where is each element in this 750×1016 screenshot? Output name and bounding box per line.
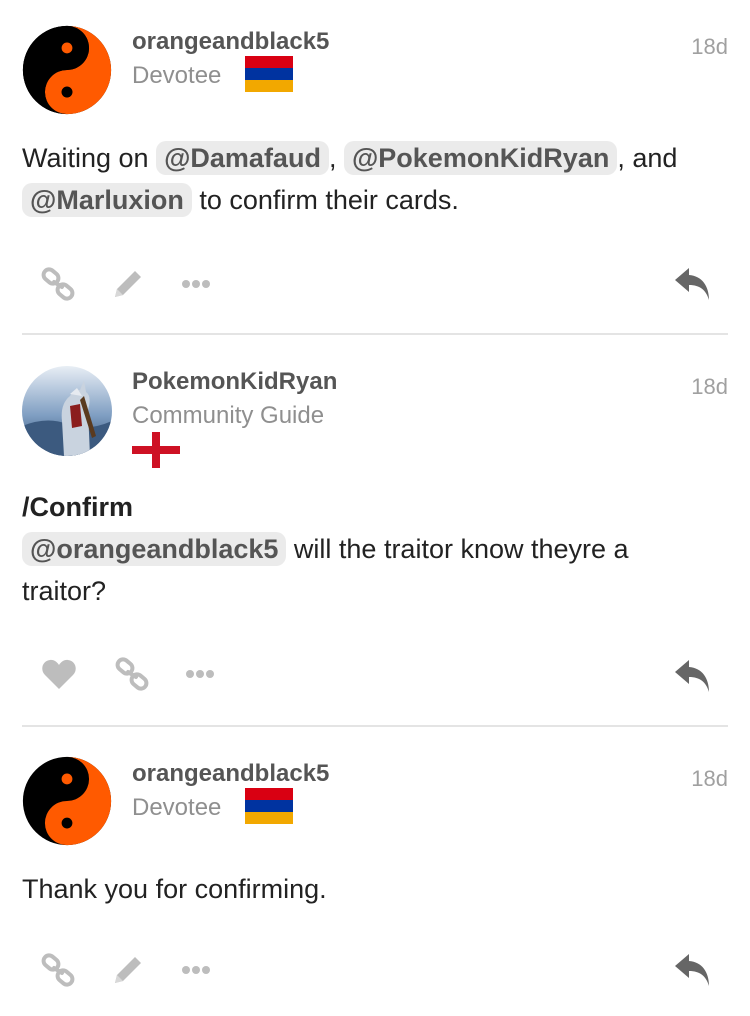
post: orangeandblack5 Devotee 18d Waiting on @… [0,0,750,334]
avatar[interactable] [22,25,112,115]
post-heading: /Confirm [22,492,133,522]
post-date[interactable]: 18d [691,766,728,792]
more-icon[interactable] [182,660,218,688]
post-date[interactable]: 18d [691,374,728,400]
avatar[interactable] [22,756,112,846]
user-title: Devotee [132,794,222,821]
username[interactable]: orangeandblack5 [132,28,329,56]
mention-link[interactable]: @PokemonKidRyan [343,141,618,175]
england-flag-icon [132,432,180,473]
username[interactable]: orangeandblack5 [132,760,329,788]
post-date[interactable]: 18d [691,34,728,60]
post-body: Thank you for confirming. [22,874,327,904]
mention-link[interactable]: @Marluxion [22,183,192,217]
link-icon[interactable] [38,950,78,990]
reply-icon[interactable] [670,654,716,698]
armenia-flag-icon [245,56,293,97]
post-divider [22,333,728,335]
link-icon[interactable] [112,654,152,694]
post-body: Waiting on @Damafaud, @PokemonKidRyan, a… [22,141,678,217]
heart-icon[interactable] [38,654,80,694]
post-divider [22,725,728,727]
post: PokemonKidRyan Community Guide 18d /Conf… [0,336,750,726]
post-body: /Confirm @orangeandblack5 will the trait… [22,492,629,606]
avatar[interactable] [22,366,112,456]
post: orangeandblack5 Devotee 18d Thank you fo… [0,728,750,1016]
username[interactable]: PokemonKidRyan [132,368,337,396]
user-title: Devotee [132,62,222,89]
link-icon[interactable] [38,264,78,304]
reply-icon[interactable] [670,948,716,992]
more-icon[interactable] [178,956,214,984]
user-title: Community Guide [132,402,325,429]
reply-icon[interactable] [670,262,716,306]
armenia-flag-icon [245,788,293,829]
mention-link[interactable]: @Damafaud [156,141,329,175]
mention-link[interactable]: @orangeandblack5 [22,532,287,566]
pencil-icon[interactable] [108,950,148,990]
pencil-icon[interactable] [108,264,148,304]
more-icon[interactable] [178,270,214,298]
